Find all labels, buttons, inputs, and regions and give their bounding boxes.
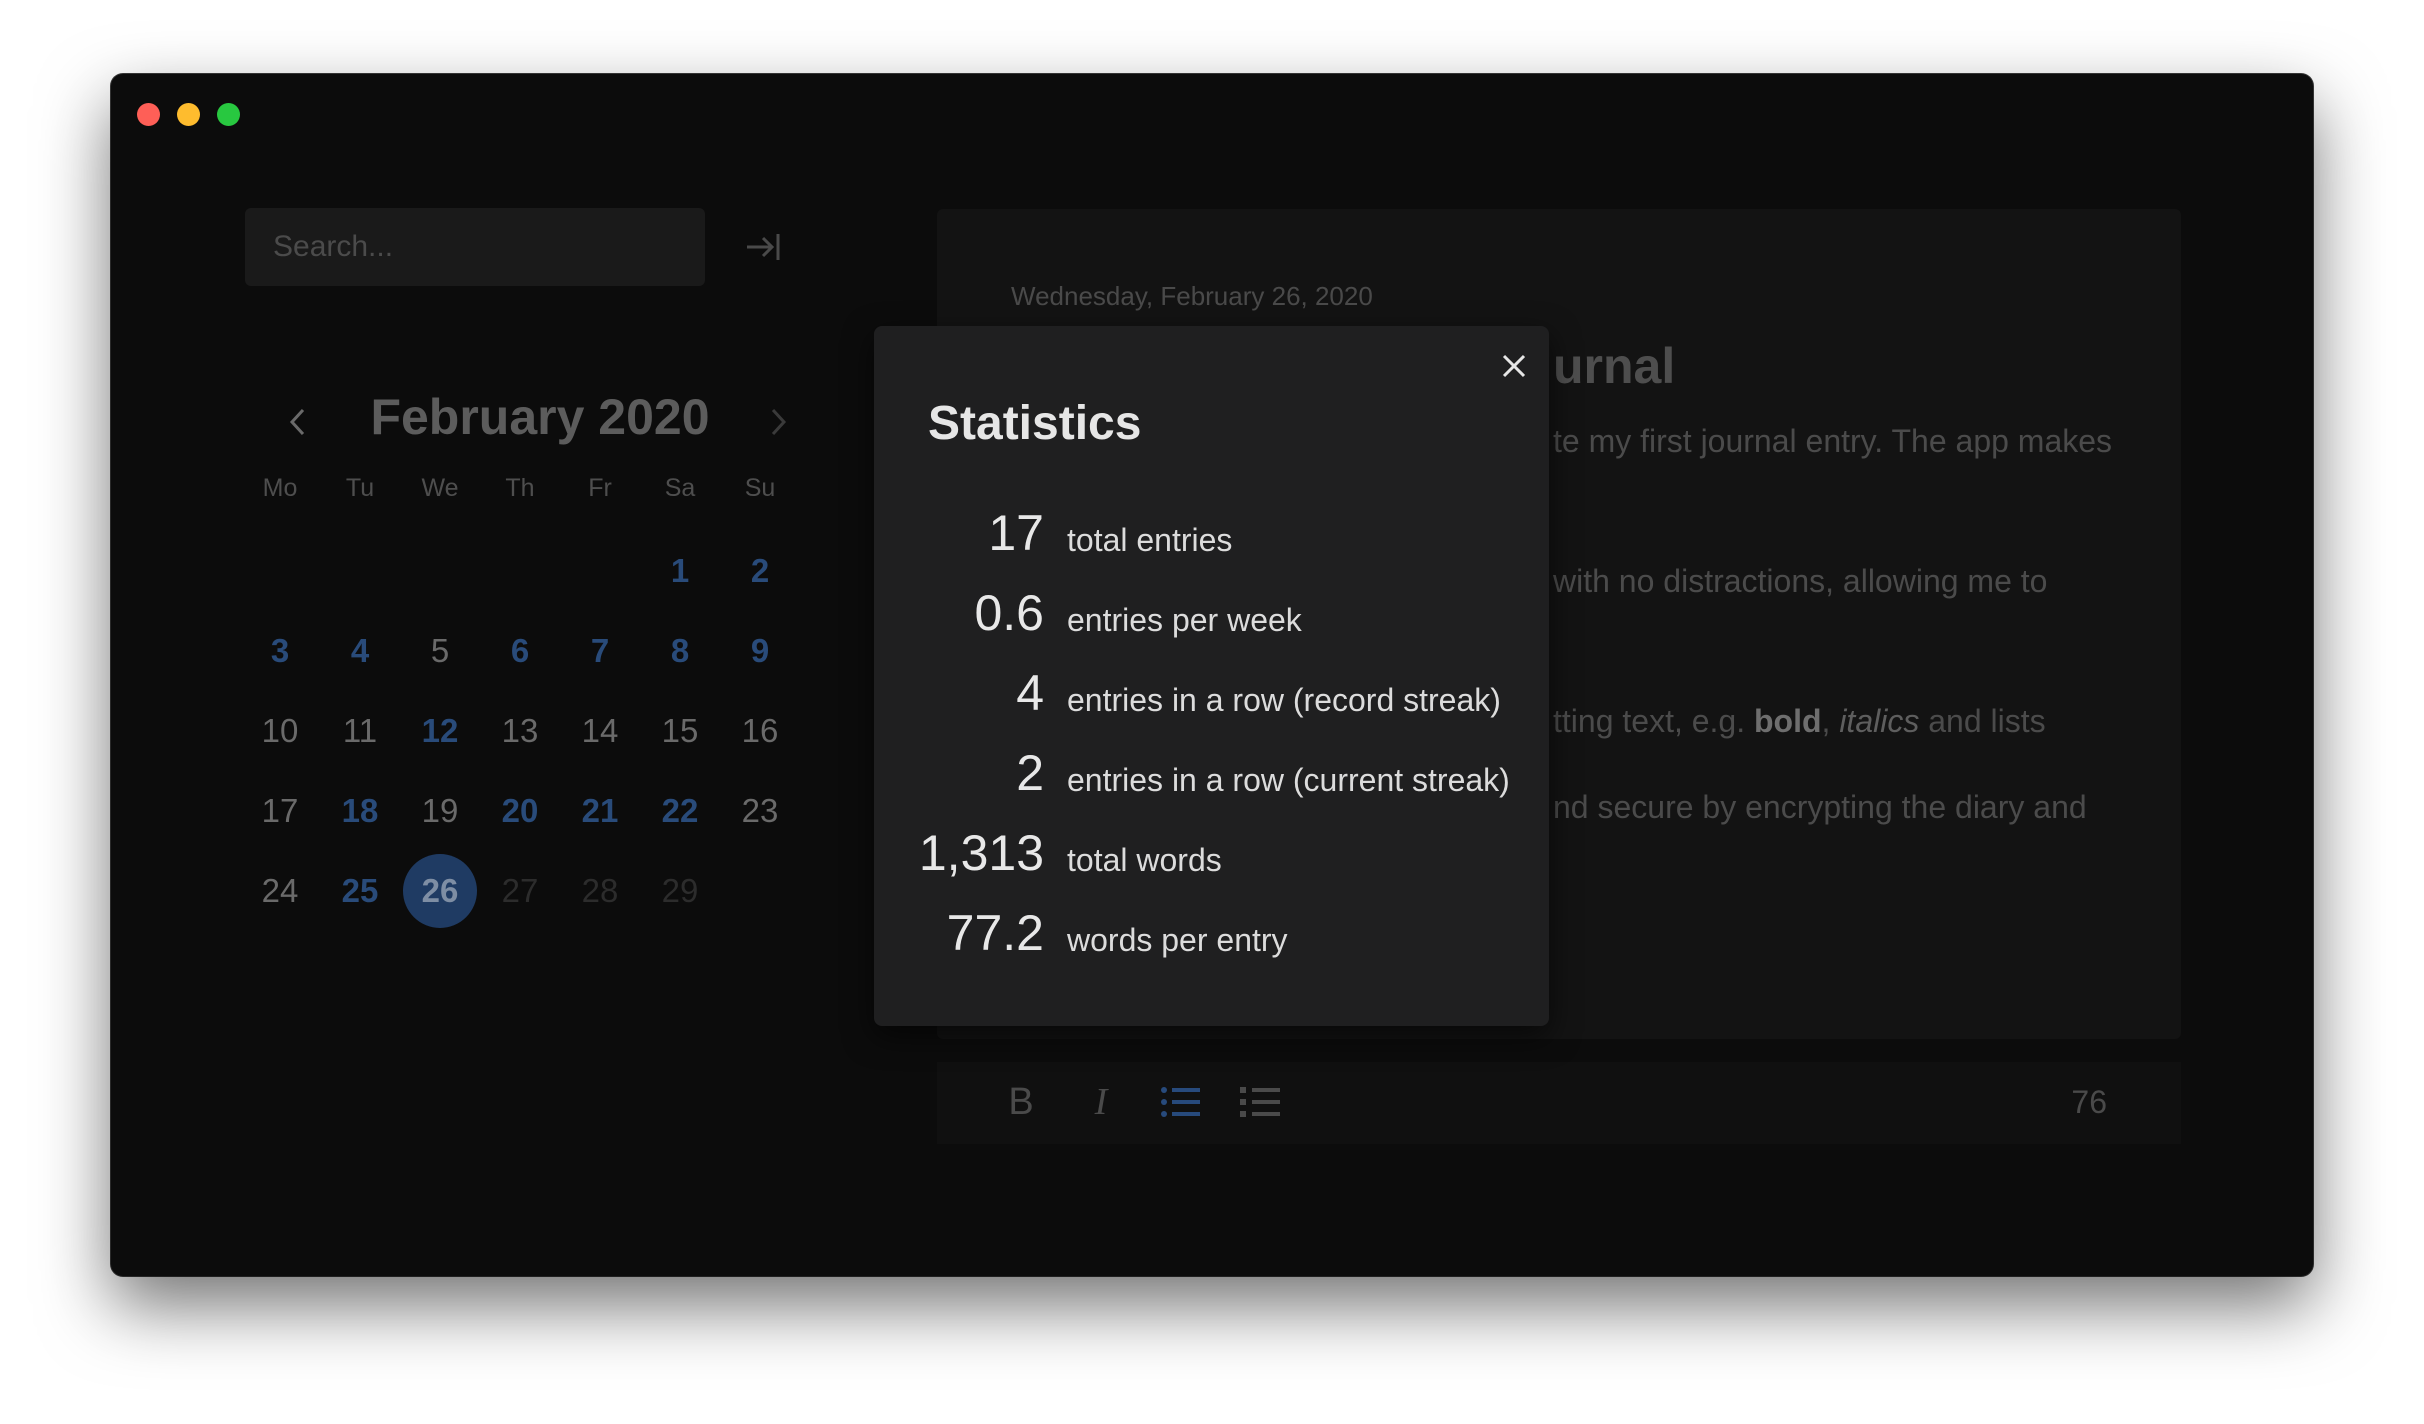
close-window-button[interactable] <box>137 103 160 126</box>
calendar-day[interactable]: 21 <box>565 774 635 848</box>
stat-label: words per entry <box>1067 922 1288 958</box>
stat-row: 2 entries in a row (current streak) <box>874 744 1549 814</box>
calendar-day[interactable]: 12 <box>405 694 475 768</box>
italic-icon: I <box>1094 1081 1108 1123</box>
search-input[interactable] <box>245 208 705 286</box>
calendar-day[interactable]: 16 <box>725 694 795 768</box>
calendar-day[interactable]: 9 <box>725 614 795 688</box>
chevron-right-icon <box>771 408 787 436</box>
weekday-label: Su <box>744 474 776 502</box>
calendar-day[interactable]: 1 <box>645 534 715 608</box>
stat-row: 0.6 entries per week <box>874 584 1549 654</box>
calendar-day: 28 <box>581 872 619 909</box>
stat-value: 17 <box>988 505 1044 561</box>
entry-title[interactable]: urnal <box>1553 337 1675 395</box>
italic-text: italics <box>1839 703 1920 739</box>
calendar-day[interactable]: 22 <box>645 774 715 848</box>
calendar-day[interactable]: 3 <box>245 614 315 688</box>
bullet-list-button[interactable] <box>1155 1076 1207 1128</box>
calendar-day-selected[interactable]: 26 <box>403 854 477 928</box>
stat-row: 4 entries in a row (record streak) <box>874 664 1549 734</box>
stat-value: 0.6 <box>974 585 1044 641</box>
chevron-left-icon <box>289 408 305 436</box>
stat-label: entries per week <box>1067 602 1302 638</box>
calendar-day[interactable]: 7 <box>565 614 635 688</box>
stat-row: 77.2 words per entry <box>874 904 1549 974</box>
calendar-day[interactable]: 14 <box>565 694 635 768</box>
stat-value: 4 <box>1016 665 1044 721</box>
numbered-list-button[interactable] <box>1235 1076 1287 1128</box>
stat-row: 17 total entries <box>874 504 1549 574</box>
calendar-day[interactable]: 25 <box>325 854 395 928</box>
formatting-toolbar: B I 76 <box>937 1062 2181 1144</box>
stat-label: entries in a row (record streak) <box>1067 682 1501 718</box>
calendar-day[interactable]: 8 <box>645 614 715 688</box>
text-run: and lists <box>1919 703 2046 739</box>
weekday-label: Mo <box>262 474 298 502</box>
text-run: tting text, e.g. <box>1553 703 1754 739</box>
minimize-window-button[interactable] <box>177 103 200 126</box>
calendar-day[interactable]: 4 <box>325 614 395 688</box>
numbered-list-icon <box>1240 1087 1280 1117</box>
calendar-month-title: February 2020 <box>370 389 710 445</box>
calendar-day[interactable]: 23 <box>725 774 795 848</box>
next-month-button[interactable] <box>753 392 803 452</box>
stat-value: 2 <box>1016 745 1044 801</box>
entry-text-line[interactable]: with no distractions, allowing me to <box>1553 563 2047 600</box>
stat-label: entries in a row (current streak) <box>1067 762 1510 798</box>
previous-month-button[interactable] <box>273 392 323 452</box>
calendar-day[interactable]: 17 <box>245 774 315 848</box>
calendar-day[interactable]: 2 <box>725 534 795 608</box>
bold-icon: B <box>1008 1081 1034 1123</box>
weekday-label: Sa <box>664 474 696 502</box>
stat-row: 1,313 total words <box>874 824 1549 894</box>
italic-button[interactable]: I <box>1075 1076 1127 1128</box>
calendar-day: 27 <box>501 872 539 909</box>
stat-label: total words <box>1067 842 1222 878</box>
calendar-header: February 2020 <box>245 382 885 462</box>
entry-text-line[interactable]: nd secure by encrypting the diary and <box>1553 789 2087 826</box>
dialog-title: Statistics <box>928 397 1142 450</box>
statistics-dialog: Statistics 17 total entries 0.6 entries … <box>874 326 1549 1026</box>
entry-text-line[interactable]: te my first journal entry. The app makes <box>1553 423 2112 460</box>
entry-text-line[interactable]: tting text, e.g. bold, italics and lists <box>1553 703 2046 740</box>
calendar-day[interactable]: 13 <box>485 694 555 768</box>
app-window: February 2020 MoTuWeThFrSaSu123456789101… <box>111 74 2313 1276</box>
calendar-day[interactable]: 6 <box>485 614 555 688</box>
calendar-day[interactable]: 10 <box>245 694 315 768</box>
stat-value: 77.2 <box>946 905 1044 961</box>
weekday-label: Tu <box>345 474 375 502</box>
calendar-day[interactable]: 15 <box>645 694 715 768</box>
bullet-list-icon <box>1161 1087 1200 1117</box>
weekday-label: Fr <box>588 474 612 502</box>
calendar-day[interactable]: 19 <box>405 774 475 848</box>
entry-date: Wednesday, February 26, 2020 <box>1011 281 1373 311</box>
calendar-day[interactable]: 18 <box>325 774 395 848</box>
calendar-day[interactable]: 20 <box>485 774 555 848</box>
bold-text: bold <box>1754 703 1822 739</box>
calendar-day[interactable]: 24 <box>245 854 315 928</box>
zoom-window-button[interactable] <box>217 103 240 126</box>
weekday-label: Th <box>505 474 535 502</box>
weekday-label: We <box>421 474 459 502</box>
close-dialog-button[interactable] <box>1494 346 1534 386</box>
stat-label: total entries <box>1067 522 1233 558</box>
bold-button[interactable]: B <box>995 1076 1047 1128</box>
word-count: 76 <box>2071 1084 2107 1120</box>
calendar-day[interactable]: 11 <box>325 694 395 768</box>
collapse-sidebar-icon[interactable] <box>743 226 783 268</box>
close-icon <box>1502 354 1526 378</box>
calendar-day: 29 <box>661 872 699 909</box>
text-run: , <box>1821 703 1840 739</box>
stat-value: 1,313 <box>918 825 1044 881</box>
calendar-day[interactable]: 5 <box>405 614 475 688</box>
